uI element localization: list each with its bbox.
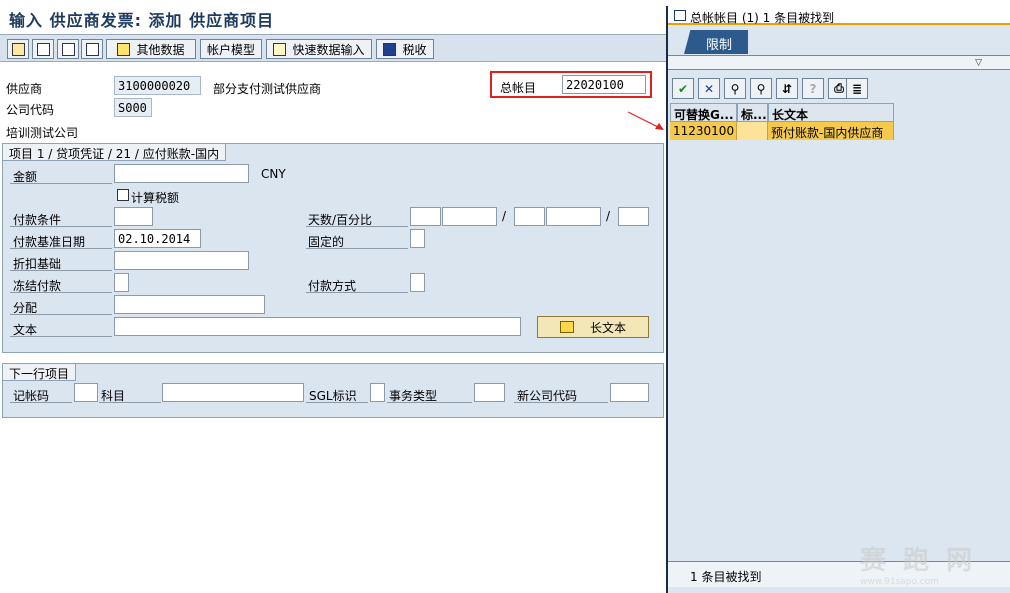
account-field[interactable] bbox=[162, 383, 304, 402]
dialog-toolbar: ✔ ✕ ⚲ ⚲ ⇵ ? ⎙ ≣ bbox=[668, 78, 1010, 100]
row-account-cell[interactable]: 11230100 bbox=[670, 122, 737, 140]
payment-method-underline bbox=[306, 292, 408, 293]
new-company-code-field[interactable] bbox=[610, 383, 649, 402]
baseline-date-field[interactable]: 02.10.2014 bbox=[114, 229, 201, 248]
account-model-button[interactable]: 帐户模型 bbox=[200, 39, 262, 59]
tab-restrictions[interactable]: 限制 bbox=[684, 30, 748, 54]
company-name: 培训测试公司 bbox=[6, 126, 79, 140]
document-icon bbox=[61, 42, 75, 56]
copy-button[interactable] bbox=[81, 39, 103, 59]
fixed-field[interactable] bbox=[410, 229, 425, 248]
find-icon[interactable]: ⚲ bbox=[724, 78, 746, 99]
column-header-long-text[interactable]: 长文本 bbox=[768, 103, 894, 122]
sgl-underline bbox=[306, 402, 368, 403]
account-underline bbox=[99, 402, 161, 403]
edit-icon bbox=[559, 321, 574, 333]
long-text-button[interactable]: 长文本 bbox=[537, 316, 649, 338]
text-field[interactable] bbox=[114, 317, 521, 336]
text-underline bbox=[10, 336, 112, 337]
other-data-button[interactable]: 其他数据 bbox=[106, 39, 196, 59]
gl-account-search-dialog: 总帐帐目 (1) 1 条目被找到 限制 ▽ ✔ ✕ ⚲ ⚲ ⇵ ? ⎙ ≣ 可替… bbox=[666, 6, 1010, 593]
sgl-field[interactable] bbox=[370, 383, 385, 402]
copy-icon bbox=[85, 42, 99, 56]
dialog-title: 总帐帐目 (1) 1 条目被找到 bbox=[690, 11, 835, 25]
row-flag-cell[interactable] bbox=[737, 122, 768, 140]
close-icon[interactable]: ✕ bbox=[698, 78, 720, 99]
save-button[interactable] bbox=[32, 39, 54, 59]
dialog-tab-bar: 限制 bbox=[668, 26, 1010, 56]
info-icon bbox=[383, 42, 397, 56]
company-code-field[interactable]: S000 bbox=[114, 98, 152, 117]
check-icon[interactable]: ✔ bbox=[672, 78, 694, 99]
gl-account-field[interactable]: 22020100 bbox=[562, 75, 646, 94]
discount-base-underline bbox=[10, 270, 112, 271]
new-company-code-underline bbox=[514, 402, 608, 403]
vendor-field[interactable]: 3100000020 bbox=[114, 76, 201, 95]
vendor-label: 供应商 bbox=[6, 82, 43, 96]
row-long-text-cell[interactable]: 预付账款-国内供应商 bbox=[768, 122, 894, 140]
item-section-title: 项目 1 / 贷项凭证 / 21 / 应付账款-国内 bbox=[3, 144, 227, 161]
window-title: 输入 供应商发票: 添加 供应商项目 bbox=[9, 11, 275, 30]
percent-field-2[interactable] bbox=[546, 207, 601, 226]
document-button[interactable] bbox=[57, 39, 79, 59]
dialog-title-bar: 总帐帐目 (1) 1 条目被找到 bbox=[668, 6, 1010, 25]
days-field-2[interactable] bbox=[514, 207, 545, 226]
dialog-tab-strip: ▽ bbox=[668, 56, 1010, 70]
column-header-alt-gl[interactable]: 可替换G... bbox=[670, 103, 737, 122]
payment-block-field[interactable] bbox=[114, 273, 129, 292]
fixed-underline bbox=[306, 248, 408, 249]
percent-field-1[interactable] bbox=[442, 207, 497, 226]
trans-type-field[interactable] bbox=[474, 383, 505, 402]
gl-account-label: 总帐目 bbox=[500, 81, 537, 95]
arrow-icon bbox=[117, 42, 131, 56]
expand-triangle-icon[interactable]: ▽ bbox=[975, 58, 982, 68]
sort-icon[interactable]: ⇵ bbox=[776, 78, 798, 99]
slash-1: / bbox=[502, 209, 507, 223]
baseline-date-underline bbox=[10, 248, 112, 249]
status-text: 1 条目被找到 bbox=[690, 570, 762, 584]
user-button[interactable] bbox=[7, 39, 29, 59]
posting-key-underline bbox=[10, 402, 72, 403]
trans-type-underline bbox=[387, 402, 472, 403]
company-code-label: 公司代码 bbox=[6, 103, 55, 117]
list-icon[interactable]: ≣ bbox=[846, 78, 868, 99]
tax-button[interactable]: 税收 bbox=[376, 39, 434, 59]
payment-terms-underline bbox=[10, 226, 112, 227]
days-field-3[interactable] bbox=[618, 207, 649, 226]
save-icon bbox=[36, 42, 50, 56]
find-next-icon[interactable]: ⚲ bbox=[750, 78, 772, 99]
window-icon bbox=[674, 10, 686, 21]
assignment-field[interactable] bbox=[114, 295, 265, 314]
amount-field[interactable] bbox=[114, 164, 249, 183]
discount-base-field[interactable] bbox=[114, 251, 249, 270]
annotation-arrow bbox=[627, 111, 664, 130]
payment-block-underline bbox=[10, 292, 112, 293]
assignment-underline bbox=[10, 314, 112, 315]
next-item-title: 下一行项目 bbox=[3, 364, 77, 381]
main-empty-area bbox=[0, 419, 666, 593]
column-header-flag[interactable]: 标... bbox=[737, 103, 768, 122]
fast-data-entry-button[interactable]: 快速数据输入 bbox=[266, 39, 372, 59]
payment-method-field[interactable] bbox=[410, 273, 425, 292]
help-icon[interactable]: ? bbox=[802, 78, 824, 99]
calc-tax-checkbox[interactable] bbox=[117, 189, 129, 201]
days-field-1[interactable] bbox=[410, 207, 441, 226]
currency: CNY bbox=[261, 167, 286, 181]
application-toolbar: 其他数据 帐户模型 快速数据输入 税收 bbox=[0, 34, 666, 62]
calc-tax-label: 计算税额 bbox=[131, 191, 180, 205]
vendor-name: 部分支付测试供应商 bbox=[213, 82, 322, 96]
amount-underline bbox=[10, 183, 112, 184]
edit-icon bbox=[273, 42, 287, 56]
slash-2: / bbox=[606, 209, 611, 223]
payment-terms-field[interactable] bbox=[114, 207, 153, 226]
user-icon bbox=[11, 42, 25, 56]
watermark: 赛 跑 网 www.91sapo.com bbox=[860, 546, 977, 587]
days-percent-underline bbox=[306, 226, 408, 227]
posting-key-field[interactable] bbox=[74, 383, 98, 402]
window-title-bar: 输入 供应商发票: 添加 供应商项目 bbox=[0, 0, 666, 34]
